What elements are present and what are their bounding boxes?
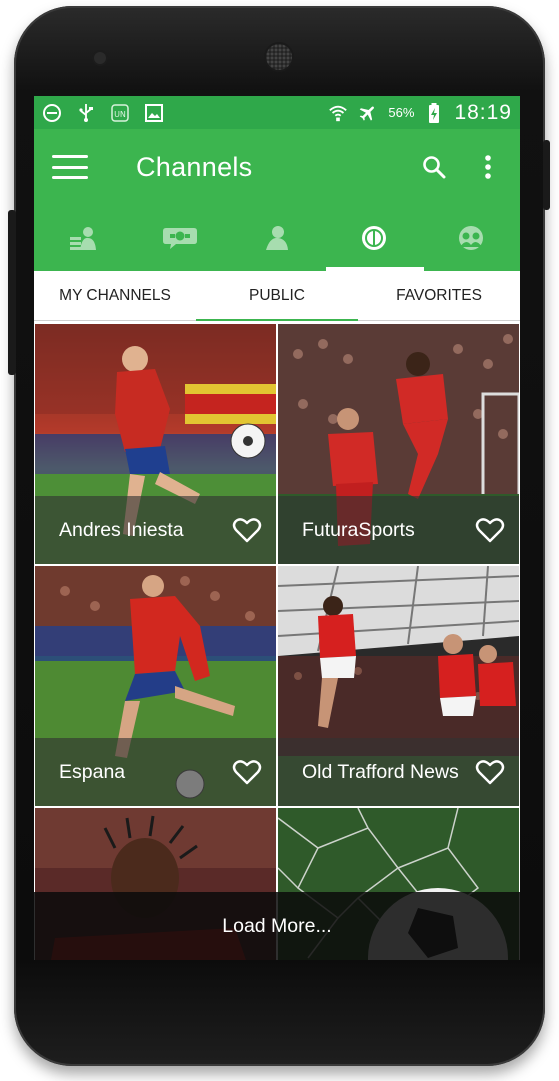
channel-tile[interactable]: Andres Iniesta [35, 324, 276, 564]
page-title: Channels [136, 151, 253, 182]
do-not-disturb-icon [42, 103, 62, 123]
channel-tile[interactable]: FuturaSports [278, 324, 519, 564]
channel-caption: Old Trafford News [278, 738, 519, 806]
status-bar: UN 56% 18:19 [34, 96, 520, 129]
channel-tile[interactable]: Old Trafford News [278, 566, 519, 806]
app-bar: Channels [34, 129, 520, 205]
power-button [543, 140, 550, 210]
app-notification-icon: UN [110, 103, 130, 123]
wifi-icon [328, 103, 348, 123]
feed-tab-icon[interactable] [34, 205, 131, 271]
volume-button [8, 210, 16, 375]
football-tab-icon[interactable] [326, 205, 423, 271]
phone-screen: UN 56% 18:19 Channels MY CHANNELS PUBLIC… [34, 96, 520, 960]
channel-grid: Andres Iniesta FuturaSports Espana Old T… [34, 321, 520, 960]
channel-name: FuturaSports [302, 518, 415, 541]
more-vert-icon[interactable] [474, 153, 502, 181]
hamburger-menu-icon[interactable] [52, 152, 88, 182]
search-icon[interactable] [420, 153, 448, 181]
channel-caption: Espana [35, 738, 276, 806]
icon-tab-bar [34, 205, 520, 271]
heart-icon[interactable] [232, 757, 262, 787]
tab-favorites[interactable]: FAVORITES [358, 271, 520, 320]
chat-tab-icon[interactable] [131, 205, 228, 271]
status-clock: 18:19 [454, 100, 512, 124]
channel-caption: Andres Iniesta [35, 496, 276, 564]
friends-tab-icon[interactable] [423, 205, 520, 271]
channel-name: Old Trafford News [302, 760, 459, 783]
channel-name: Andres Iniesta [59, 518, 184, 541]
battery-percentage: 56% [388, 105, 415, 120]
profile-tab-icon[interactable] [228, 205, 325, 271]
tab-my-channels[interactable]: MY CHANNELS [34, 271, 196, 320]
heart-icon[interactable] [475, 515, 505, 545]
text-tab-indicator [196, 319, 358, 321]
load-more-button[interactable]: Load More... [34, 892, 520, 960]
earpiece-speaker [266, 44, 292, 70]
channel-tile[interactable]: Espana [35, 566, 276, 806]
heart-icon[interactable] [232, 515, 262, 545]
front-camera [94, 52, 106, 64]
usb-icon [76, 103, 96, 123]
channel-caption: FuturaSports [278, 496, 519, 564]
svg-text:UN: UN [114, 110, 126, 119]
heart-icon[interactable] [475, 757, 505, 787]
channel-name: Espana [59, 760, 126, 783]
airplane-mode-icon [358, 103, 378, 123]
gallery-icon [144, 103, 164, 123]
battery-charging-icon [424, 102, 444, 123]
tab-public[interactable]: PUBLIC [196, 271, 358, 320]
channel-filter-tabs: MY CHANNELS PUBLIC FAVORITES [34, 271, 520, 321]
